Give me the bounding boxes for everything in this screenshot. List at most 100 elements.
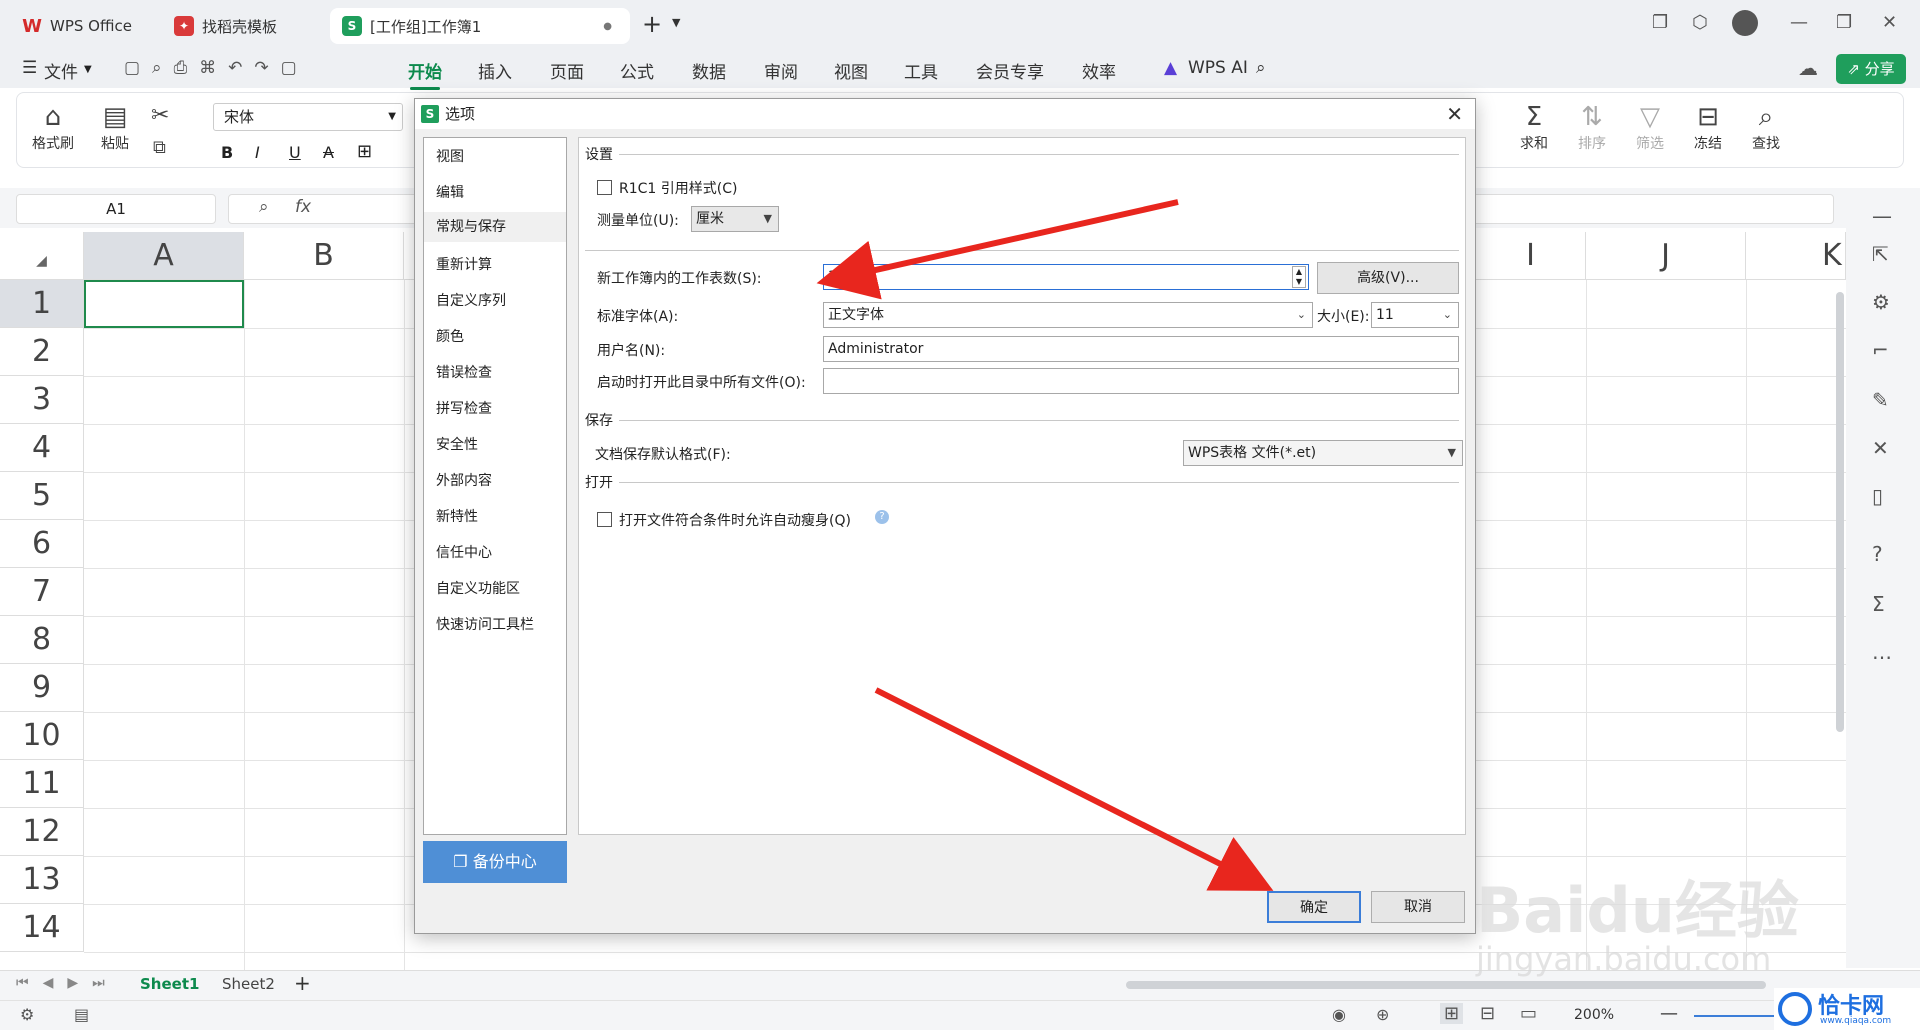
zoom-icon[interactable]: ⌕ (259, 197, 269, 217)
sheet-nav-icons[interactable]: ⏮◀▶⏭ (16, 975, 119, 991)
menu-insert[interactable]: 插入 (478, 58, 512, 83)
new-tab-icon[interactable]: + (642, 10, 662, 38)
nav-item-custom-ribbon[interactable]: 自定义功能区 (436, 578, 520, 598)
menu-formula[interactable]: 公式 (620, 58, 654, 83)
spinner-icon[interactable]: ▲ ▼ (1292, 266, 1306, 288)
share-button[interactable]: ⇗ 分享 (1836, 54, 1906, 84)
underline-icon[interactable]: U (289, 143, 301, 162)
nav-item-external[interactable]: 外部内容 (436, 470, 492, 490)
horizontal-scrollbar[interactable] (1126, 981, 1766, 989)
layout-mode-icon[interactable]: ⊕ (1376, 1005, 1389, 1024)
add-sheet-icon[interactable]: + (294, 971, 311, 995)
row-header-14[interactable]: 14 (0, 904, 84, 952)
row-header-2[interactable]: 2 (0, 328, 84, 376)
select-all-corner[interactable]: ◢ (0, 232, 84, 280)
eye-icon[interactable]: ◉ (1332, 1005, 1346, 1024)
chevron-down-icon[interactable]: ▼ (84, 64, 92, 75)
sum-button[interactable]: Σ 求和 (1511, 101, 1557, 153)
copy-icon[interactable]: ⧉ (153, 137, 166, 158)
row-header-8[interactable]: 8 (0, 616, 84, 664)
minimize-icon[interactable]: — (1790, 12, 1808, 33)
column-header-k[interactable]: K (1746, 232, 1846, 280)
find-button[interactable]: ⌕ 查找 (1743, 101, 1789, 153)
menu-home[interactable]: 开始 (408, 58, 442, 90)
auto-slim-checkbox[interactable] (597, 512, 612, 527)
size-select[interactable]: 11 ⌄ (1371, 302, 1459, 328)
zoom-out-icon[interactable]: — (1660, 1003, 1678, 1024)
menu-tools[interactable]: 工具 (904, 58, 938, 83)
cancel-button[interactable]: 取消 (1371, 891, 1465, 923)
advanced-button[interactable]: 高级(V)... (1317, 262, 1459, 294)
zoom-slider[interactable] (1694, 1015, 1784, 1017)
reading-view-icon[interactable]: ▭ (1520, 1003, 1537, 1024)
column-header-b[interactable]: B (244, 232, 404, 280)
nav-item-custom-list[interactable]: 自定义序列 (436, 290, 506, 310)
chevron-down-icon[interactable]: ▼ (672, 16, 680, 29)
column-header-j[interactable]: J (1586, 232, 1746, 280)
nav-item-quick-access[interactable]: 快速访问工具栏 (436, 614, 534, 634)
book-icon[interactable]: ▯ (1872, 484, 1883, 508)
menu-file[interactable]: 文件 (44, 58, 78, 83)
close-icon[interactable]: ✕ (1882, 12, 1897, 33)
tab-wps-office[interactable]: W WPS Office (10, 8, 154, 44)
name-box[interactable]: A1 (16, 194, 216, 224)
collapse-icon[interactable]: — (1872, 204, 1892, 228)
sheet-tab-sheet2[interactable]: Sheet2 (222, 975, 275, 993)
nav-item-spell-check[interactable]: 拼写检查 (436, 398, 492, 418)
layout-icon[interactable]: ⌐ (1872, 338, 1889, 362)
bold-icon[interactable]: B (221, 143, 233, 162)
restore-icon[interactable]: ❐ (1836, 12, 1852, 33)
menu-review[interactable]: 审阅 (764, 58, 798, 83)
settings-sliders-icon[interactable]: ⚙ (1872, 290, 1890, 314)
menu-data[interactable]: 数据 (692, 58, 726, 83)
nav-item-general-save[interactable]: 常规与保存 (424, 212, 566, 242)
italic-icon[interactable]: I (255, 143, 260, 162)
column-header-a[interactable]: A (84, 232, 244, 280)
quick-access-icons[interactable]: ▢⌕⎙⌘↶↷▢ (124, 58, 309, 78)
help-icon[interactable]: ? (875, 510, 889, 524)
more-icon[interactable]: … (1872, 640, 1892, 664)
nav-item-error-check[interactable]: 错误检查 (436, 362, 492, 382)
menu-page[interactable]: 页面 (550, 58, 584, 83)
window-icon[interactable]: ❐ (1652, 12, 1668, 33)
unit-select[interactable]: 厘米 ▼ (691, 206, 779, 232)
strikethrough-icon[interactable]: A (323, 143, 334, 162)
tab-workbook[interactable]: S [工作组]工作簿1 ● (330, 8, 630, 44)
menu-efficiency[interactable]: 效率 (1082, 58, 1116, 83)
border-icon[interactable]: ⊞ (357, 141, 372, 162)
tools-icon[interactable]: ✕ (1872, 436, 1889, 460)
hamburger-icon[interactable]: ☰ (22, 58, 37, 78)
row-header-4[interactable]: 4 (0, 424, 84, 472)
page-break-view-icon[interactable]: ⊟ (1480, 1003, 1495, 1024)
font-name-select[interactable]: 宋体 ▼ (213, 103, 403, 131)
nav-item-trust-center[interactable]: 信任中心 (436, 542, 492, 562)
filter-button[interactable]: ▽ 筛选 (1627, 101, 1673, 153)
row-header-6[interactable]: 6 (0, 520, 84, 568)
fx-icon[interactable]: fx (295, 197, 311, 217)
row-header-1[interactable]: 1 (0, 280, 84, 328)
close-icon[interactable]: ✕ (1446, 99, 1463, 129)
nav-item-color[interactable]: 颜色 (436, 326, 464, 346)
avatar[interactable] (1732, 10, 1758, 36)
normal-view-icon[interactable]: ⊞ (1440, 1003, 1464, 1024)
row-header-10[interactable]: 10 (0, 712, 84, 760)
row-header-5[interactable]: 5 (0, 472, 84, 520)
row-header-7[interactable]: 7 (0, 568, 84, 616)
nav-item-security[interactable]: 安全性 (436, 434, 478, 454)
paste-button[interactable]: ▤ 粘贴 (93, 101, 137, 153)
username-input[interactable]: Administrator (823, 336, 1459, 362)
ok-button[interactable]: 确定 (1267, 891, 1361, 923)
row-header-13[interactable]: 13 (0, 856, 84, 904)
font-select[interactable]: 正文字体 ⌄ (823, 302, 1313, 328)
startup-dir-input[interactable] (823, 368, 1459, 394)
format-icon[interactable]: ✎ (1872, 388, 1889, 412)
column-header-i[interactable]: I (1476, 232, 1586, 280)
menu-wps-ai[interactable]: WPS AI (1188, 58, 1248, 78)
pointer-icon[interactable]: ⇱ (1872, 242, 1889, 266)
freeze-button[interactable]: ⊟ 冻结 (1685, 101, 1731, 153)
sheet-tab-sheet1[interactable]: Sheet1 (140, 975, 199, 993)
unsaved-dot-icon[interactable]: ● (603, 21, 612, 32)
tab-docer[interactable]: ✦ 找稻壳模板 (162, 8, 322, 44)
menu-member[interactable]: 会员专享 (976, 58, 1044, 83)
cloud-upload-icon[interactable]: ☁ (1798, 56, 1818, 80)
